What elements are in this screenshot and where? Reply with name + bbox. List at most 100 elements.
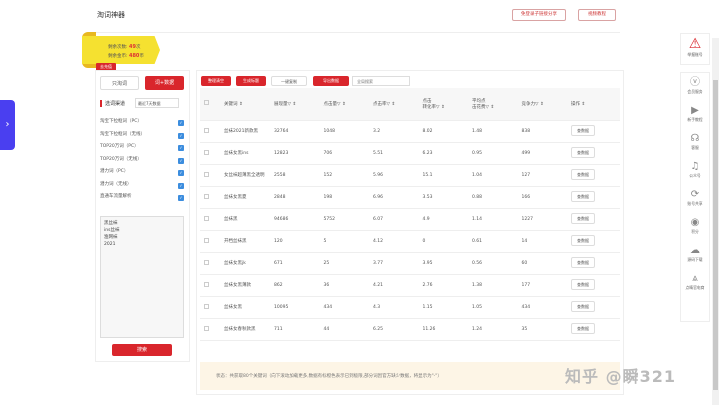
sidebar-item[interactable]: ⟳ 账号共享 bbox=[681, 185, 709, 213]
keywords-textarea[interactable]: 黑丝袜 ins丝袜 渔网袜 2021 bbox=[100, 216, 184, 338]
row-checkbox[interactable] bbox=[200, 296, 220, 319]
watermark: 知乎 @瞬321 bbox=[565, 367, 676, 386]
checkbox-checked-icon[interactable]: ✓ bbox=[178, 157, 184, 164]
channel-option[interactable]: 潜力词（无线） ✓ bbox=[100, 181, 184, 193]
filter-input[interactable] bbox=[352, 76, 410, 86]
sidebar-item[interactable]: ☊ 客服 bbox=[681, 129, 709, 157]
video-tutorial-button[interactable]: 视频教程 bbox=[578, 9, 616, 21]
table-cell: 2558 bbox=[270, 164, 320, 187]
checkbox-checked-icon[interactable]: ✓ bbox=[178, 120, 184, 126]
view-data-button[interactable]: 查数据 bbox=[571, 169, 595, 180]
table-cell: 838 bbox=[517, 120, 567, 143]
row-checkbox[interactable] bbox=[200, 186, 220, 209]
table-cell: 6.25 bbox=[369, 318, 419, 341]
expand-tab-chevron-right-icon[interactable]: › bbox=[0, 100, 15, 150]
channel-option[interactable]: 淘宝下拉框词（无线） ✓ bbox=[100, 131, 184, 143]
table-cell: 丝袜女黑夏 bbox=[220, 186, 270, 209]
search-button[interactable]: 搜索 bbox=[112, 344, 172, 356]
sidebar-icon: ⩓ bbox=[692, 273, 698, 284]
report-account-button[interactable]: ⚠ 举报账号 bbox=[680, 33, 710, 65]
view-data-button[interactable]: 查数据 bbox=[571, 191, 595, 202]
sidebar-icon: ☊ bbox=[690, 133, 700, 144]
row-checkbox[interactable] bbox=[200, 274, 220, 297]
table-cell: 6.96 bbox=[369, 186, 419, 209]
channel-option[interactable]: 潜力词（PC） ✓ bbox=[100, 168, 184, 180]
row-checkbox[interactable] bbox=[200, 208, 220, 231]
channel-option[interactable]: TOP20万词（PC） ✓ bbox=[100, 143, 184, 155]
share-link-button[interactable]: 免登录子链接分享 bbox=[512, 9, 566, 21]
clear-button[interactable]: 整理清空 bbox=[201, 76, 231, 86]
view-data-button[interactable]: 查数据 bbox=[571, 213, 595, 224]
sidebar-item[interactable]: ▶ 新手教程 bbox=[681, 101, 709, 129]
sidebar-item[interactable]: ☁ 源码下载 bbox=[681, 241, 709, 269]
table-cell: 671 bbox=[270, 252, 320, 275]
table-cell: 11.26 bbox=[418, 318, 468, 341]
scrollbar-thumb[interactable] bbox=[713, 80, 718, 390]
table-cell: 0.95 bbox=[468, 142, 518, 165]
column-header[interactable]: 关键词 ⇕ bbox=[220, 88, 270, 121]
column-header[interactable]: 点击 转化率▽ ⇕ bbox=[418, 88, 468, 121]
row-checkbox[interactable] bbox=[200, 318, 220, 341]
table-cell: 166 bbox=[517, 186, 567, 209]
warning-icon: ⚠ bbox=[688, 36, 702, 52]
table-row: 丝袜女春秋款黑 711 44 6.25 11.26 1.24 35 查数据 bbox=[200, 318, 620, 341]
channel-option[interactable]: 直通车流量解析 ✓ bbox=[100, 193, 184, 205]
table-cell: 4.12 bbox=[369, 230, 419, 253]
checkbox-checked-icon[interactable]: ✓ bbox=[178, 132, 184, 139]
channel-option[interactable]: 淘宝下拉框词（PC） ✓ bbox=[100, 118, 184, 130]
view-data-button[interactable]: 查数据 bbox=[571, 323, 595, 334]
table-cell: 5.51 bbox=[369, 142, 419, 165]
copy-button[interactable]: 一键复制 bbox=[271, 76, 307, 86]
table-cell: 198 bbox=[319, 186, 369, 209]
channel-select[interactable]: 最近7天数据 bbox=[135, 98, 179, 108]
view-data-button[interactable]: 查数据 bbox=[571, 279, 595, 290]
view-data-button[interactable]: 查数据 bbox=[571, 147, 595, 158]
quota-ribbon bbox=[82, 36, 160, 64]
table-cell: 32764 bbox=[270, 120, 320, 143]
table-cell: 开档丝袜黑 bbox=[220, 230, 270, 253]
table-row: 丝袜2021新款黑 32764 1048 3.2 8.02 1.48 838 查数据 bbox=[200, 120, 620, 143]
view-data-button[interactable]: 查数据 bbox=[571, 235, 595, 246]
checkbox-checked-icon[interactable]: ✓ bbox=[178, 182, 184, 189]
fetch-data-button[interactable]: 词+数据 bbox=[145, 76, 184, 90]
table-cell: 120 bbox=[270, 230, 320, 253]
sidebar-item[interactable]: ⩓ 点睛官电商 bbox=[681, 269, 709, 297]
only-taobao-button[interactable]: 只淘词 bbox=[100, 76, 139, 90]
sidebar-item[interactable]: ♫ 公众号 bbox=[681, 157, 709, 185]
view-data-button[interactable]: 查数据 bbox=[571, 301, 595, 312]
column-header[interactable]: 点击率▽ ⇕ bbox=[369, 88, 419, 121]
table-cell: 94686 bbox=[270, 208, 320, 231]
table-cell: 3.95 bbox=[418, 252, 468, 275]
generate-title-button[interactable]: 生成标题 bbox=[236, 76, 266, 86]
table-cell: 丝袜女黑薄款 bbox=[220, 274, 270, 297]
table-cell: 35 bbox=[517, 318, 567, 341]
status-bar: 状态：共获取80个关键词（向下滚动加载更多,数据有标橙色表示已到极限,部分词因官… bbox=[200, 362, 620, 390]
table-cell: 1048 bbox=[319, 120, 369, 143]
sidebar-item[interactable]: ◉ 积分 bbox=[681, 213, 709, 241]
table-cell: 6.07 bbox=[369, 208, 419, 231]
view-data-button[interactable]: 查数据 bbox=[571, 125, 595, 136]
export-button[interactable]: 导出数据 bbox=[313, 76, 349, 86]
view-data-button[interactable]: 查数据 bbox=[571, 257, 595, 268]
table-cell: 0.56 bbox=[468, 252, 518, 275]
sidebar-item[interactable]: ⓥ 会员服务 bbox=[681, 73, 709, 101]
table-row: 丝袜女黑ins 12823 706 5.51 6.23 0.95 499 查数据 bbox=[200, 142, 620, 165]
channel-option[interactable]: TOP20万词（无线） ✓ bbox=[100, 156, 184, 168]
row-checkbox[interactable] bbox=[200, 230, 220, 253]
table-cell: 499 bbox=[517, 142, 567, 165]
column-header[interactable]: 平均点 击花费▽ ⇕ bbox=[468, 88, 518, 121]
column-header[interactable]: 展现量▽ ⇕ bbox=[270, 88, 320, 121]
checkbox-checked-icon[interactable]: ✓ bbox=[178, 170, 184, 176]
column-header[interactable]: 点击量▽ ⇕ bbox=[319, 88, 369, 121]
table-cell: 711 bbox=[270, 318, 320, 341]
row-checkbox[interactable] bbox=[200, 142, 220, 165]
checkbox-checked-icon[interactable]: ✓ bbox=[178, 145, 184, 151]
select-all[interactable] bbox=[200, 88, 220, 121]
column-header[interactable]: 竞争力▽ ⇕ bbox=[517, 88, 567, 121]
table-cell: 25 bbox=[319, 252, 369, 275]
checkbox-checked-icon[interactable]: ✓ bbox=[178, 195, 184, 201]
column-header[interactable]: 操作 ⇕ bbox=[567, 88, 620, 121]
row-checkbox[interactable] bbox=[200, 164, 220, 187]
row-checkbox[interactable] bbox=[200, 120, 220, 143]
row-checkbox[interactable] bbox=[200, 252, 220, 275]
